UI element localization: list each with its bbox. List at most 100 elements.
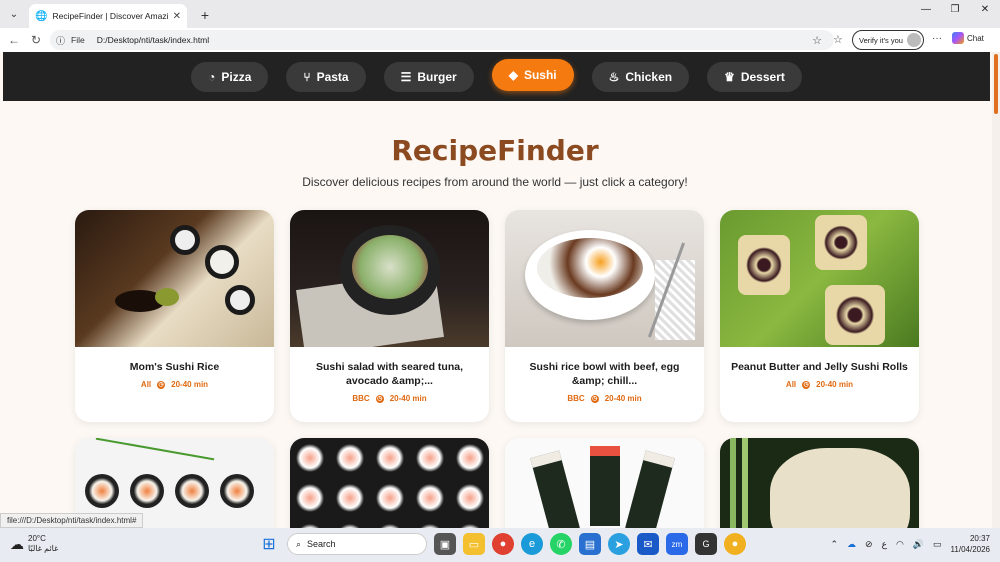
recipe-grid: Mom's Sushi Rice All ◷ 20-40 min Sushi s…	[75, 210, 920, 528]
page-scrollbar[interactable]	[992, 52, 1000, 528]
recipe-source: BBC	[567, 394, 585, 403]
temperature: 20°C	[28, 534, 46, 543]
recipe-image	[505, 438, 704, 528]
verify-profile-button[interactable]: Verify it's you	[852, 30, 924, 50]
tab-close-icon[interactable]: ✕	[173, 11, 181, 22]
back-button[interactable]: ←	[3, 33, 25, 47]
clock-icon: ◷	[590, 394, 599, 403]
copilot-chat-button[interactable]: Chat	[952, 32, 984, 44]
category-button-chicken[interactable]: ♨ Chicken	[591, 61, 690, 92]
close-window-button[interactable]: ✕	[972, 4, 998, 15]
fish-icon: ◆	[508, 67, 518, 82]
recipe-card[interactable]	[720, 438, 919, 528]
category-label: Chicken	[625, 69, 673, 84]
category-label: Sushi	[523, 67, 557, 82]
wifi-icon[interactable]: ◠	[896, 539, 904, 550]
scrollbar-thumb[interactable]	[994, 54, 998, 114]
recipe-image	[290, 210, 489, 347]
task-view-icon[interactable]: ▣	[434, 533, 456, 555]
recipe-time: 20-40 min	[171, 380, 209, 389]
status-url: file:///D:/Desktop/nti/task/index.html#	[0, 513, 144, 528]
weather-text: غائم غالبًا	[28, 544, 59, 553]
category-button-sushi[interactable]: ◆ Sushi	[491, 58, 574, 91]
whatsapp-icon[interactable]: ✆	[550, 533, 572, 555]
taskbar-apps: ⊞ ⌕ Search ▣ ▭ ● e ✆ ▤ ➤ ✉ zm G ●	[258, 533, 746, 555]
outlook-icon[interactable]: ✉	[637, 533, 659, 555]
url-scheme: File	[71, 35, 85, 45]
system-clock[interactable]: 20:37 11/04/2026	[951, 533, 990, 555]
zoom-icon[interactable]: zm	[666, 533, 688, 555]
clock-date: 11/04/2026	[950, 545, 990, 554]
category-button-pasta[interactable]: ⑂ Pasta	[286, 61, 366, 92]
search-icon: ⌕	[296, 538, 302, 549]
new-tab-button[interactable]: +	[195, 5, 215, 25]
chevron-up-icon[interactable]: ⌃	[830, 539, 838, 550]
fork-knife-icon: ⑂	[303, 69, 311, 84]
pizza-icon: ◔	[208, 69, 216, 84]
info-icon[interactable]: ⓘ	[56, 34, 65, 47]
recipe-card[interactable]	[290, 438, 489, 528]
recipe-image	[75, 210, 274, 347]
minimize-button[interactable]: —	[913, 4, 939, 15]
recipe-time: 20-40 min	[816, 380, 854, 389]
recipe-title: Sushi rice bowl with beef, egg &amp; chi…	[529, 361, 680, 387]
recipe-meta: BBC ◷ 20-40 min	[300, 394, 479, 403]
recipe-card[interactable]: Sushi rice bowl with beef, egg &amp; chi…	[505, 210, 704, 422]
recipe-image	[290, 438, 489, 528]
recipe-card[interactable]: Mom's Sushi Rice All ◷ 20-40 min	[75, 210, 274, 422]
edge-icon[interactable]: e	[521, 533, 543, 555]
copilot-icon	[952, 32, 964, 44]
app-icon[interactable]: G	[695, 533, 717, 555]
recipe-image	[720, 438, 919, 528]
recipe-source: All	[140, 380, 152, 389]
avatar	[907, 33, 921, 47]
recipe-image	[505, 210, 704, 347]
favorites-icon[interactable]: ☆	[833, 33, 843, 46]
globe-icon: 🌐	[35, 10, 48, 22]
chat-label: Chat	[967, 33, 984, 43]
volume-icon[interactable]: 🔊	[913, 539, 924, 550]
recipe-image	[720, 210, 919, 347]
maximize-button[interactable]: ❐	[942, 4, 968, 15]
store-icon[interactable]: ▤	[579, 533, 601, 555]
browser-tab[interactable]: 🌐 RecipeFinder | Discover Amazing R ✕	[29, 4, 187, 28]
chrome-icon[interactable]: ●	[492, 533, 514, 555]
more-menu-icon[interactable]: ···	[932, 33, 942, 44]
drumstick-icon: ♨	[608, 69, 620, 84]
category-button-burger[interactable]: ☰ Burger	[383, 61, 474, 92]
weather-widget[interactable]: ☁ 20°C غائم غالبًا	[10, 534, 58, 554]
language-indicator[interactable]: ع	[882, 539, 887, 550]
category-button-dessert[interactable]: ♛ Dessert	[707, 61, 802, 92]
browser-tabbar: ⌄ 🌐 RecipeFinder | Discover Amazing R ✕ …	[0, 0, 1000, 28]
notification-off-icon[interactable]: ⊘	[865, 539, 873, 550]
bookmark-star-icon[interactable]: ☆	[812, 34, 822, 47]
battery-icon[interactable]: ▭	[933, 539, 942, 550]
onedrive-icon[interactable]: ☁	[847, 539, 856, 550]
tab-list-chevron-icon[interactable]: ⌄	[3, 3, 25, 25]
category-button-pizza[interactable]: ◔ Pizza	[191, 61, 269, 92]
taskbar-search[interactable]: ⌕ Search	[287, 533, 427, 555]
telegram-icon[interactable]: ➤	[608, 533, 630, 555]
system-tray: ⌃ ☁ ⊘ ع ◠ 🔊 ▭ 20:37 11/04/2026	[830, 533, 990, 555]
url-text: D:/Desktop/nti/task/index.html	[96, 35, 210, 45]
address-bar[interactable]: ⓘ File D:/Desktop/nti/task/index.html ☆	[50, 30, 834, 50]
recipe-meta: BBC ◷ 20-40 min	[515, 394, 694, 403]
tab-title: RecipeFinder | Discover Amazing R	[52, 11, 168, 21]
chrome-profile-icon[interactable]: ●	[724, 533, 746, 555]
file-explorer-icon[interactable]: ▭	[463, 533, 485, 555]
category-label: Dessert	[740, 69, 785, 84]
start-windows-icon[interactable]: ⊞	[258, 533, 280, 555]
clock-time: 20:37	[969, 534, 990, 543]
search-label: Search	[307, 539, 336, 549]
recipe-card[interactable]: Peanut Butter and Jelly Sushi Rolls All …	[720, 210, 919, 422]
windows-taskbar: ☁ 20°C غائم غالبًا ⊞ ⌕ Search ▣ ▭ ● e ✆ …	[0, 528, 1000, 562]
recipe-title: Sushi salad with seared tuna, avocado &a…	[315, 361, 464, 387]
recipe-card[interactable]: Sushi salad with seared tuna, avocado &a…	[290, 210, 489, 422]
recipe-meta: All ◷ 20-40 min	[85, 380, 264, 389]
clock-icon: ◷	[802, 380, 811, 389]
category-navbar: ◔ Pizza ⑂ Pasta ☰ Burger ◆ Sushi ♨ Chick…	[3, 52, 990, 101]
burger-icon: ☰	[400, 69, 412, 84]
recipe-card[interactable]	[505, 438, 704, 528]
recipe-time: 20-40 min	[389, 394, 427, 403]
reload-button[interactable]: ↻	[25, 33, 47, 47]
